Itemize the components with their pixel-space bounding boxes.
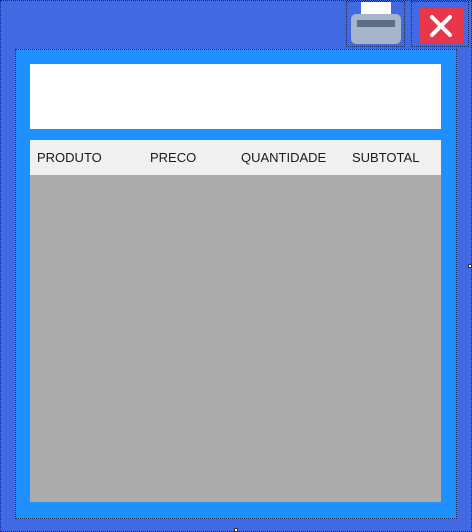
column-header-preco[interactable]: PRECO (150, 150, 196, 165)
product-input-area[interactable] (30, 64, 441, 129)
column-header-produto[interactable]: PRODUTO (37, 150, 102, 165)
column-header-quantidade[interactable]: QUANTIDADE (241, 150, 326, 165)
close-button[interactable] (419, 8, 463, 44)
resize-handle-bottom[interactable] (234, 528, 238, 532)
print-button[interactable] (351, 2, 401, 44)
printer-icon (351, 2, 401, 44)
grid-header: PRODUTO PRECO QUANTIDADE SUBTOTAL (30, 140, 441, 175)
items-grid[interactable]: PRODUTO PRECO QUANTIDADE SUBTOTAL (30, 140, 441, 502)
close-icon (430, 15, 452, 37)
resize-handle-right[interactable] (468, 264, 472, 268)
column-header-subtotal[interactable]: SUBTOTAL (352, 150, 419, 165)
